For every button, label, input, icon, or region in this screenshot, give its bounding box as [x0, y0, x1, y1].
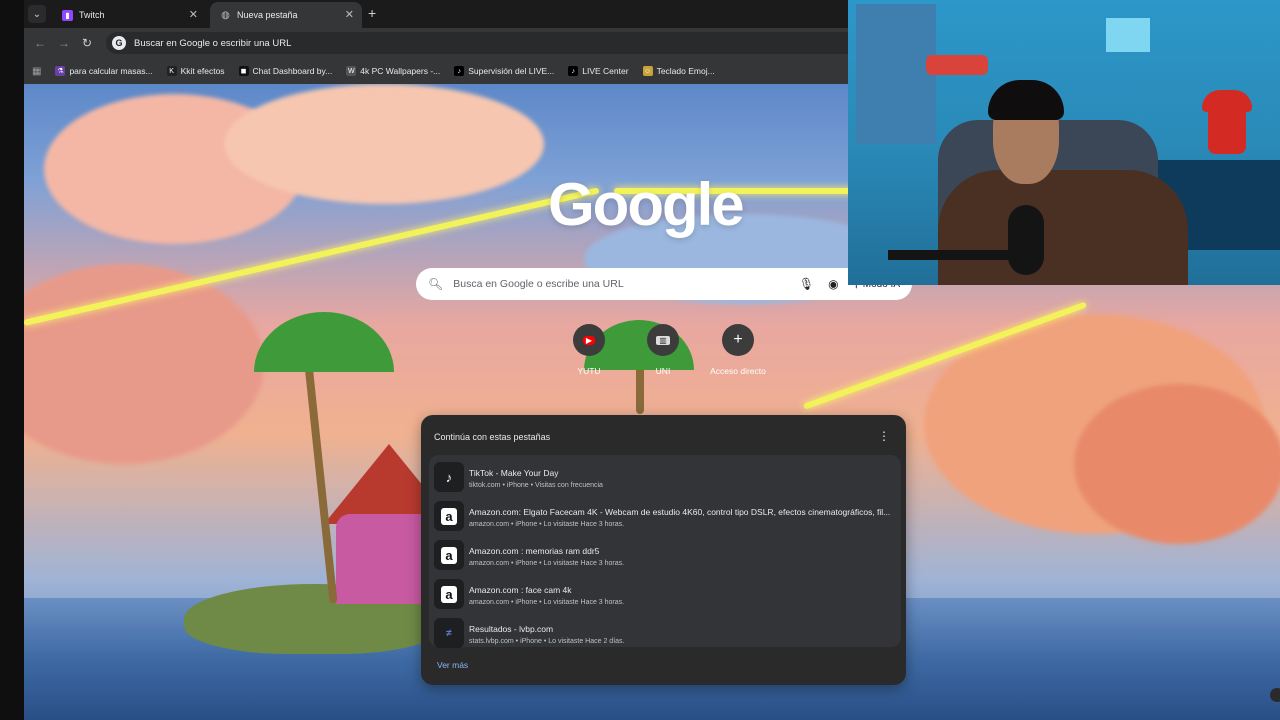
cloud [224, 84, 544, 204]
cloud [1074, 384, 1280, 544]
toy-car-shelf [856, 4, 936, 144]
omnibox-text: Buscar en Google o escribir una URL [134, 37, 292, 49]
wallpaper-icon: W [346, 66, 357, 76]
palm-fronds [254, 312, 394, 372]
tab-list: ♪ TikTok - Make Your Day tiktok.com • iP… [429, 455, 901, 648]
lens-icon[interactable]: ◉ [828, 277, 838, 291]
bookmark-item[interactable]: ♪ Supervisión del LIVE... [454, 66, 554, 76]
item-title: TikTok - Make Your Day [469, 468, 559, 478]
shortcut-label: UNI [655, 366, 671, 376]
list-item[interactable]: a Amazon.com : face cam 4k amazon.com • … [429, 574, 901, 613]
list-item[interactable]: a Amazon.com : memorias ram ddr5 amazon.… [429, 535, 901, 574]
list-item[interactable]: a Amazon.com: Elgato Facecam 4K - Webcam… [429, 496, 901, 535]
search-icon: 🔍︎ [428, 277, 444, 291]
search-placeholder: Busca en Google o escribe una URL [453, 278, 624, 290]
item-meta: tiktok.com • iPhone • Visitas con frecue… [469, 482, 603, 489]
microphone-icon[interactable]: 🎙︎ [799, 277, 814, 291]
youtube-icon: ▶ [573, 324, 605, 356]
plush-toy [1208, 94, 1246, 154]
tab-search-button[interactable]: ⌄ [28, 5, 46, 23]
streamer-hair [988, 80, 1064, 120]
wall-poster [1106, 18, 1150, 52]
twitch-icon: ▮ [62, 9, 73, 21]
shortcut-yutu[interactable]: ▶ YUTU [554, 324, 624, 376]
item-meta: amazon.com • iPhone • Lo visitaste Hace … [469, 599, 625, 606]
panel-title: Continúa con estas pestañas [434, 432, 551, 442]
more-vert-icon[interactable]: ⋮ [878, 429, 890, 443]
item-title: Amazon.com: Elgato Facecam 4K - Webcam d… [469, 507, 891, 517]
kkit-icon: K [166, 66, 177, 76]
google-logo: Google [548, 171, 745, 238]
shortcut-label: Acceso directo [710, 366, 766, 376]
bookmark-label: para calcular masas... [69, 66, 153, 76]
uni-icon: ▥ [647, 324, 679, 356]
webcam-overlay [848, 0, 1280, 285]
item-meta: amazon.com • iPhone • Lo visitaste Hace … [469, 560, 625, 567]
bookmark-item[interactable]: ☺ Teclado Emoj... [642, 66, 715, 76]
corner-indicator-icon [1270, 688, 1280, 702]
bookmark-label: Chat Dashboard by... [252, 66, 333, 76]
bookmark-label: LIVE Center [582, 66, 629, 76]
forward-arrow-icon[interactable]: → [58, 36, 70, 50]
tiktok-icon: ♪ [434, 462, 464, 492]
bookmark-item[interactable]: ⚗ para calcular masas... [55, 66, 153, 76]
shortcut-add[interactable]: + Acceso directo [703, 324, 773, 376]
bookmark-label: Supervisión del LIVE... [468, 66, 555, 76]
bookmark-item[interactable]: W 4k PC Wallpapers -... [346, 66, 440, 76]
amazon-icon: a [434, 540, 464, 570]
toy-blaster [926, 55, 988, 75]
mic-arm [888, 250, 1028, 260]
left-black-strip [0, 0, 24, 720]
shortcut-label: YUTU [577, 366, 601, 376]
item-meta: stats.lvbp.com • iPhone • Lo visitaste H… [469, 638, 625, 645]
chevron-down-icon: ⌄ [32, 8, 42, 20]
tiktok-icon: ♪ [454, 66, 465, 76]
list-item[interactable]: ≠ Resultados - lvbp.com stats.lvbp.com •… [429, 613, 901, 652]
close-icon[interactable]: ✕ [189, 8, 198, 21]
search-box[interactable]: 🔍︎ Busca en Google o escribe una URL 🎙︎ … [416, 268, 912, 300]
tab-label: Nueva pestaña [237, 10, 298, 20]
apps-grid-icon[interactable]: ▦ [32, 66, 41, 77]
reload-icon[interactable]: ↻ [82, 36, 92, 50]
lvbp-icon: ≠ [434, 618, 464, 648]
microphone [1008, 205, 1044, 275]
tab-new-tab[interactable]: ◍ Nueva pestaña ✕ [210, 2, 362, 28]
amazon-icon: a [434, 579, 464, 609]
flask-icon: ⚗ [55, 66, 66, 76]
bookmark-item[interactable]: K Kkit efectos [166, 66, 225, 76]
bookmark-label: Kkit efectos [180, 66, 225, 76]
tab-twitch[interactable]: ▮ Twitch ✕ [52, 2, 206, 28]
amazon-icon: a [434, 501, 464, 531]
chat-icon: ◼ [238, 66, 249, 76]
bookmark-item[interactable]: ♪ LIVE Center [568, 66, 629, 76]
tab-label: Twitch [79, 10, 105, 20]
item-meta: amazon.com • iPhone • Lo visitaste Hace … [469, 521, 625, 528]
plus-icon: + [722, 324, 754, 356]
continue-tabs-panel: Continúa con estas pestañas ⋮ ♪ TikTok -… [421, 415, 906, 685]
emoji-icon: ☺ [642, 66, 653, 76]
close-icon[interactable]: ✕ [345, 8, 354, 21]
list-item[interactable]: ♪ TikTok - Make Your Day tiktok.com • iP… [429, 457, 901, 496]
see-more-link[interactable]: Ver más [437, 660, 468, 670]
streamer-hoodie [938, 170, 1188, 285]
bookmark-item[interactable]: ◼ Chat Dashboard by... [238, 66, 333, 76]
shortcut-uni[interactable]: ▥ UNI [628, 324, 698, 376]
google-g-icon: G [112, 36, 126, 50]
tiktok-icon: ♪ [568, 66, 579, 76]
item-title: Resultados - lvbp.com [469, 624, 554, 634]
palm-trunk [302, 344, 338, 604]
globe-icon: ◍ [221, 9, 230, 21]
screen: ⌄ ▮ Twitch ✕ ◍ Nueva pestaña ✕ + ← → ↻ G… [0, 0, 1280, 720]
bookmark-label: 4k PC Wallpapers -... [360, 66, 441, 76]
item-title: Amazon.com : memorias ram ddr5 [469, 546, 600, 556]
bookmark-label: Teclado Emoj... [656, 66, 715, 76]
back-arrow-icon[interactable]: ← [34, 36, 46, 50]
new-tab-button[interactable]: + [368, 5, 376, 21]
item-title: Amazon.com : face cam 4k [469, 585, 572, 595]
